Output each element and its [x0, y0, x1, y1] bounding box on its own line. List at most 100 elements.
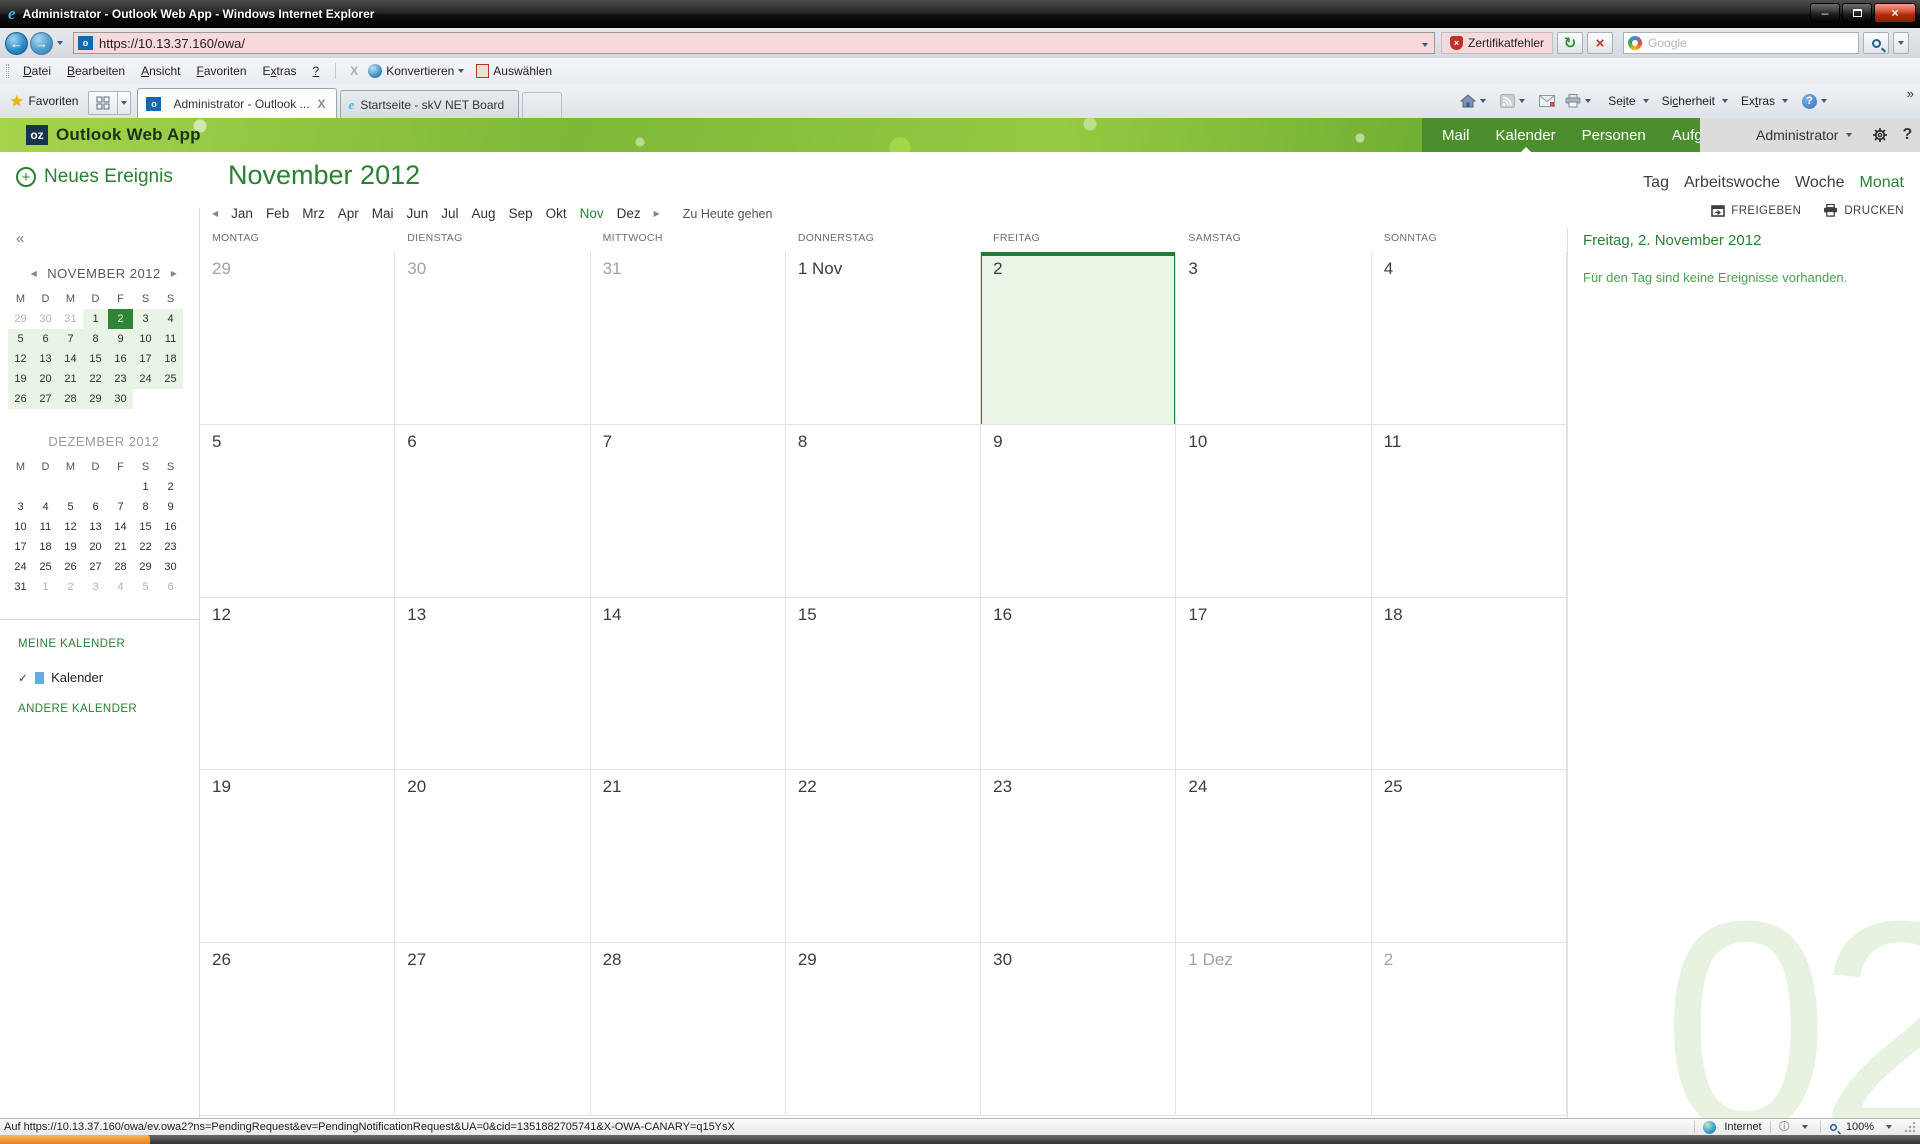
stop-button[interactable]: × [1587, 32, 1613, 54]
refresh-button[interactable]: ↻ [1557, 32, 1583, 54]
mini-day[interactable]: 31 [8, 577, 33, 597]
settings-gear-icon[interactable] [1872, 127, 1888, 143]
day-cell-5[interactable]: 5 [200, 425, 395, 598]
month-tab-apr[interactable]: Apr [338, 206, 359, 221]
month-tab-feb[interactable]: Feb [266, 206, 289, 221]
zoom-level[interactable]: 100% [1846, 1121, 1874, 1133]
mini-day[interactable]: 18 [33, 537, 58, 557]
mini-day[interactable]: 20 [33, 369, 58, 389]
mini-day[interactable]: 26 [58, 557, 83, 577]
month-tab-nov[interactable]: Nov [580, 206, 604, 221]
mini-day[interactable]: 10 [8, 517, 33, 537]
mini-day[interactable]: 13 [33, 349, 58, 369]
feeds-button[interactable] [1497, 94, 1532, 108]
mini-day[interactable]: 11 [33, 517, 58, 537]
mini-day[interactable]: 2 [158, 477, 183, 497]
mini-day[interactable]: 30 [33, 309, 58, 329]
account-dropdown-caret[interactable] [1846, 133, 1852, 137]
other-calendars-heading[interactable]: ANDERE KALENDER [18, 703, 200, 715]
forward-button[interactable]: → [30, 32, 53, 55]
browser-tab-0[interactable]: oAdministrator - Outlook ...X [137, 88, 336, 118]
mini-day[interactable]: 26 [8, 389, 33, 409]
mini-day[interactable]: 16 [158, 517, 183, 537]
day-cell-13[interactable]: 13 [395, 598, 590, 771]
back-button[interactable]: ← [5, 32, 28, 55]
mini-day[interactable]: 15 [133, 517, 158, 537]
day-cell-2[interactable]: 2 [981, 252, 1176, 425]
menu-item-0[interactable]: Datei [15, 61, 59, 81]
next-month-arrow[interactable]: ▶ [654, 209, 660, 218]
owa-nav-mail[interactable]: Mail [1442, 118, 1470, 152]
protected-mode-caret[interactable] [1802, 1125, 1808, 1129]
day-cell-11[interactable]: 11 [1372, 425, 1567, 598]
url-text[interactable]: https://10.13.37.160/owa/ [99, 36, 1418, 51]
mini-day[interactable]: 22 [83, 369, 108, 389]
print-button[interactable] [1562, 94, 1598, 108]
menu-item-1[interactable]: Bearbeiten [59, 61, 133, 81]
owa-help-icon[interactable]: ? [1902, 126, 1912, 144]
day-cell-1-dez[interactable]: 1 Dez [1176, 943, 1371, 1116]
tab-close-icon[interactable]: X [316, 97, 328, 111]
close-button[interactable]: × [1874, 3, 1916, 23]
mini-day[interactable]: 7 [58, 329, 83, 349]
day-cell-22[interactable]: 22 [786, 770, 981, 943]
command-menu-sicherheit[interactable]: Sicherheit [1656, 94, 1735, 108]
day-cell-10[interactable]: 10 [1176, 425, 1371, 598]
day-cell-27[interactable]: 27 [395, 943, 590, 1116]
quick-tabs-dropdown[interactable] [118, 91, 131, 115]
day-cell-31[interactable]: 31 [591, 252, 786, 425]
mini-day[interactable]: 24 [8, 557, 33, 577]
day-cell-24[interactable]: 24 [1176, 770, 1371, 943]
mini-day[interactable]: 28 [58, 389, 83, 409]
day-cell-29[interactable]: 29 [200, 252, 395, 425]
mini-day[interactable]: 24 [133, 369, 158, 389]
month-tab-mrz[interactable]: Mrz [302, 206, 325, 221]
mini-day[interactable]: 29 [8, 309, 33, 329]
command-menu-seite[interactable]: Seite [1602, 94, 1655, 108]
day-cell-28[interactable]: 28 [591, 943, 786, 1116]
home-button[interactable] [1457, 94, 1493, 108]
mini-day[interactable]: 31 [58, 309, 83, 329]
mini-day[interactable]: 6 [158, 577, 183, 597]
mini-day[interactable]: 14 [58, 349, 83, 369]
menu-item-4[interactable]: Extras [255, 61, 305, 81]
menu-item-5[interactable]: ? [305, 61, 328, 81]
restore-button[interactable] [1842, 3, 1872, 23]
mini-day[interactable]: 16 [108, 349, 133, 369]
mini-day[interactable]: 11 [158, 329, 183, 349]
day-cell-23[interactable]: 23 [981, 770, 1176, 943]
my-calendars-heading[interactable]: MEINE KALENDER [18, 638, 200, 650]
month-tab-jun[interactable]: Jun [406, 206, 428, 221]
command-menu-extras[interactable]: Extras [1735, 94, 1795, 108]
history-dropdown-caret[interactable] [57, 41, 63, 45]
mini-day[interactable]: 25 [33, 557, 58, 577]
menu-item-3[interactable]: Favoriten [188, 61, 254, 81]
mini-day[interactable]: 29 [133, 557, 158, 577]
mini-day[interactable]: 3 [133, 309, 158, 329]
day-cell-18[interactable]: 18 [1372, 598, 1567, 771]
mini-day[interactable]: 14 [108, 517, 133, 537]
go-to-today-link[interactable]: Zu Heute gehen [683, 207, 773, 221]
mini-day[interactable]: 28 [108, 557, 133, 577]
month-tab-dez[interactable]: Dez [617, 206, 641, 221]
day-cell-21[interactable]: 21 [591, 770, 786, 943]
mini-day[interactable]: 9 [158, 497, 183, 517]
day-cell-17[interactable]: 17 [1176, 598, 1371, 771]
mini-day[interactable]: 1 [33, 577, 58, 597]
mini-day[interactable]: 30 [108, 389, 133, 409]
url-field[interactable]: o https://10.13.37.160/owa/ [73, 32, 1435, 54]
mini-day[interactable]: 4 [33, 497, 58, 517]
quick-tabs-button[interactable] [88, 91, 118, 115]
url-dropdown[interactable] [1418, 34, 1432, 52]
zoom-dropdown-caret[interactable] [1886, 1125, 1892, 1129]
mini-day[interactable]: 19 [8, 369, 33, 389]
select-addon-button[interactable]: Auswählen [472, 64, 556, 78]
mini-day[interactable]: 5 [58, 497, 83, 517]
mini-day[interactable]: 3 [8, 497, 33, 517]
mini-day[interactable]: 1 [83, 309, 108, 329]
month-tab-jan[interactable]: Jan [231, 206, 253, 221]
menu-item-2[interactable]: Ansicht [133, 61, 188, 81]
mini-day[interactable]: 6 [33, 329, 58, 349]
protected-mode-icon[interactable]: 🛈 [1779, 1118, 1790, 1137]
mini-day[interactable]: 15 [83, 349, 108, 369]
